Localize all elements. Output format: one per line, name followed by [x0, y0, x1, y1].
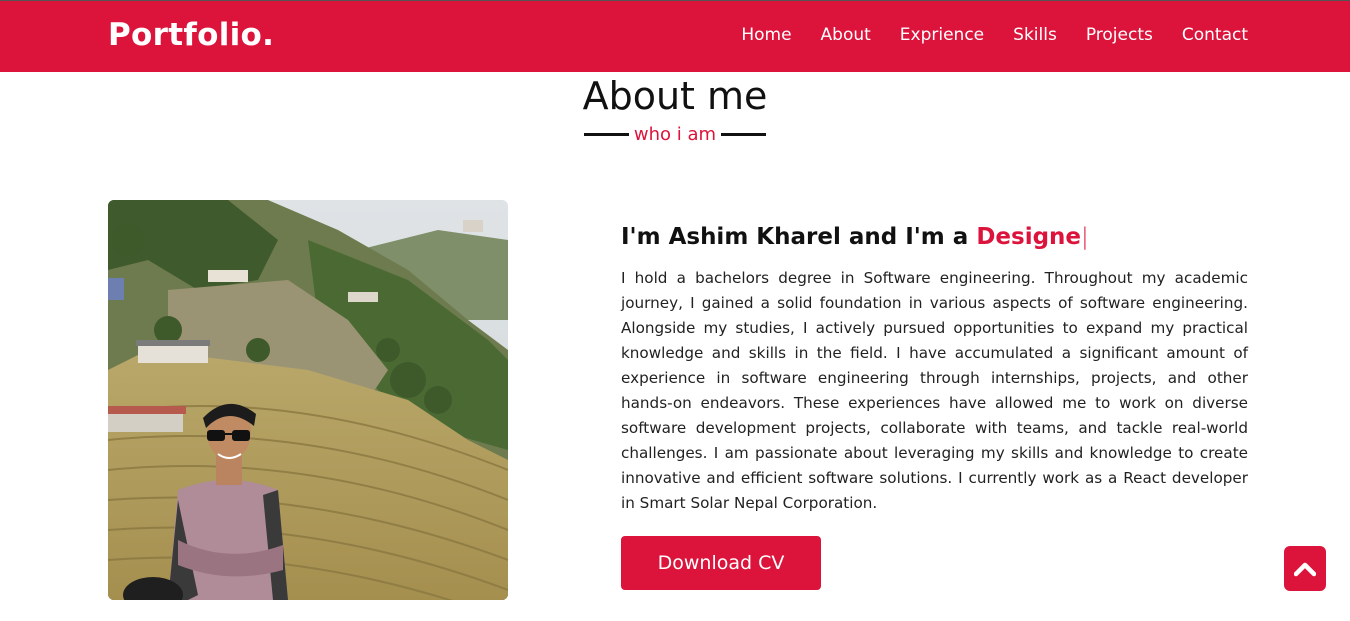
- logo[interactable]: Portfolio.: [108, 17, 274, 53]
- scroll-to-top-button[interactable]: [1284, 546, 1326, 591]
- navbar: Portfolio. Home About Exprience Skills P…: [0, 0, 1350, 72]
- subtitle-line-right: [721, 133, 767, 136]
- nav-menu: Home About Exprience Skills Projects Con…: [712, 25, 1248, 45]
- typed-role: Designe: [976, 224, 1082, 250]
- about-paragraph: I hold a bachelors degree in Software en…: [621, 269, 1248, 512]
- nav-home[interactable]: Home: [741, 25, 791, 45]
- chevron-up-icon: [1294, 562, 1316, 576]
- typing-cursor: |: [1081, 224, 1089, 250]
- nav-projects[interactable]: Projects: [1086, 25, 1153, 45]
- intro-heading: I'm Ashim Kharel and I'm a Designe|: [621, 220, 1248, 254]
- subtitle-text: who i am: [633, 124, 717, 145]
- profile-photo: [108, 200, 508, 600]
- section-subtitle: who i am: [0, 124, 1350, 145]
- nav-experience[interactable]: Exprience: [900, 25, 984, 45]
- download-cv-button[interactable]: Download CV: [621, 536, 821, 590]
- nav-skills[interactable]: Skills: [1013, 25, 1057, 45]
- section-title: About me: [582, 74, 768, 118]
- nav-about[interactable]: About: [821, 25, 871, 45]
- intro-heading-prefix: I'm Ashim Kharel and I'm a: [621, 224, 977, 250]
- profile-photo-image: [108, 200, 508, 600]
- about-content: I'm Ashim Kharel and I'm a Designe| I ho…: [621, 220, 1248, 590]
- nav-contact[interactable]: Contact: [1182, 25, 1248, 45]
- subtitle-line-left: [583, 133, 629, 136]
